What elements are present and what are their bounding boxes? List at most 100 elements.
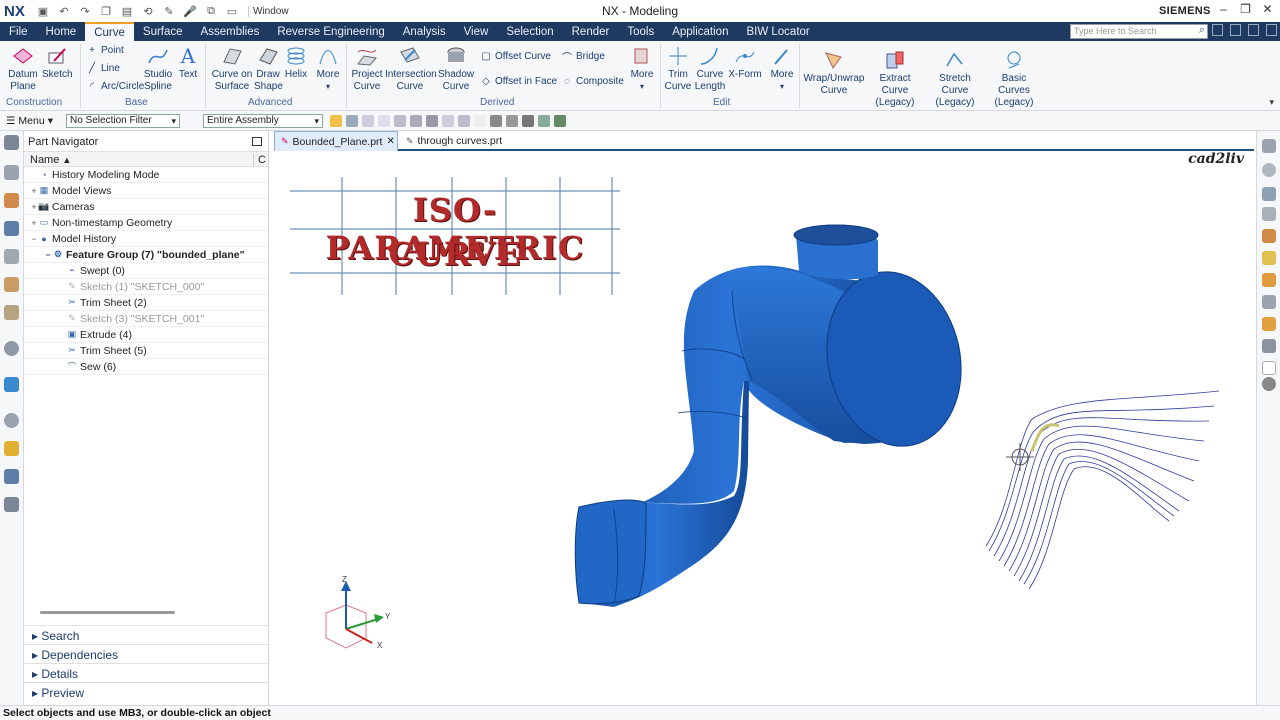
curve-length-button[interactable]: Curve Length: [694, 45, 726, 93]
snap-curve-icon[interactable]: [426, 115, 438, 127]
curve-on-surface-button[interactable]: Curve on Surface: [211, 45, 253, 93]
tree-row[interactable]: ✂ Trim Sheet (2): [24, 295, 268, 311]
clock-icon[interactable]: [4, 413, 19, 428]
studio-spline-button[interactable]: Studio Spline: [142, 45, 174, 93]
snap-point-icon[interactable]: [410, 115, 422, 127]
expand-toggle-icon[interactable]: +: [30, 202, 38, 212]
snap-edge-icon[interactable]: [458, 115, 470, 127]
text-button[interactable]: A Text: [176, 45, 200, 81]
details-section[interactable]: Details: [24, 663, 269, 682]
ribbon-options-icon[interactable]: ▾: [1269, 97, 1274, 108]
filter-icon[interactable]: [538, 115, 550, 127]
measure-icon[interactable]: [1262, 339, 1276, 353]
wireframe-icon[interactable]: [506, 115, 518, 127]
tree-row[interactable]: ⌒ Sew (6): [24, 359, 268, 375]
wrap-unwrap-curve-button[interactable]: Wrap/Unwrap Curve: [803, 49, 865, 97]
sketch-button[interactable]: Sketch: [42, 45, 73, 81]
menu-tab-application[interactable]: Application: [663, 22, 737, 41]
expand-toggle-icon[interactable]: −: [44, 250, 52, 260]
menu-tab-view[interactable]: View: [455, 22, 498, 41]
graphics-window[interactable]: cad2liv ISO-PARAMETRIC CURVE Z Y X: [274, 151, 1254, 705]
settings-gear-icon[interactable]: [4, 135, 19, 150]
menu-tab-render[interactable]: Render: [563, 22, 619, 41]
edit-object-icon[interactable]: [1262, 317, 1276, 331]
line-button[interactable]: ╱ Line: [86, 63, 120, 74]
system-scene-icon[interactable]: [4, 469, 19, 484]
intersection-curve-button[interactable]: Intersection Curve: [385, 45, 437, 93]
more-derived-button[interactable]: More ▾: [629, 45, 655, 93]
search-section[interactable]: Search: [24, 625, 269, 644]
repeat-command-icon[interactable]: ⟲: [141, 4, 155, 18]
switch-window-icon[interactable]: ⧉: [204, 4, 218, 18]
background-icon[interactable]: [1262, 361, 1276, 375]
resource-bar-icon[interactable]: [1230, 24, 1241, 36]
more-advanced-button[interactable]: More ▾: [315, 45, 341, 93]
tree-row[interactable]: ✂ Trim Sheet (5): [24, 343, 268, 359]
touch-mode-icon[interactable]: ✎: [162, 4, 176, 18]
copy-icon[interactable]: ❐: [99, 4, 113, 18]
iso-parametric-curves[interactable]: [985, 390, 1220, 590]
web-browser-icon[interactable]: [4, 305, 19, 320]
menu-tab-assemblies[interactable]: Assemblies: [192, 22, 269, 41]
menu-tab-home[interactable]: Home: [37, 22, 86, 41]
project-curve-button[interactable]: Project Curve: [350, 45, 384, 93]
microphone-icon[interactable]: 🎤: [183, 4, 197, 18]
menu-tab-file[interactable]: File: [0, 22, 37, 41]
swept-solid[interactable]: [574, 224, 977, 607]
render-icon[interactable]: [490, 115, 502, 127]
menu-tab-curve[interactable]: Curve: [85, 22, 134, 41]
tree-row[interactable]: − ● Model History: [24, 231, 268, 247]
tree-row[interactable]: + ▦ Model Views: [24, 183, 268, 199]
search-icon[interactable]: ⌕: [1199, 24, 1205, 37]
stretch-curve-button[interactable]: Stretch Curve (Legacy): [925, 49, 985, 109]
window-icon[interactable]: ▭: [225, 4, 239, 18]
roles-icon[interactable]: [4, 441, 19, 456]
tab-through-curves[interactable]: ✎ through curves.prt: [400, 131, 510, 151]
lighting-icon[interactable]: [1262, 251, 1276, 265]
paste-icon[interactable]: ▤: [120, 4, 134, 18]
view-icon[interactable]: [554, 115, 566, 127]
section-icon[interactable]: [1262, 273, 1276, 287]
selection-scope-select[interactable]: Entire Assembly: [203, 114, 323, 128]
menu-tab-reverse-engineering[interactable]: Reverse Engineering: [268, 22, 393, 41]
menu-tab-biw-locator[interactable]: BIW Locator: [737, 22, 818, 41]
preview-section[interactable]: Preview: [24, 682, 269, 701]
feature-select-icon[interactable]: [346, 115, 358, 127]
menu-tab-selection[interactable]: Selection: [497, 22, 562, 41]
navigator-column-header[interactable]: Name ▲ C: [24, 151, 268, 167]
select-pointer-icon[interactable]: [362, 115, 374, 127]
tree-row[interactable]: − ⚙ Feature Group (7) "bounded_plane": [24, 247, 268, 263]
reuse-library-icon[interactable]: [4, 249, 19, 264]
history-icon[interactable]: [4, 341, 19, 356]
snap-face-icon[interactable]: [442, 115, 454, 127]
grid-icon[interactable]: [1262, 295, 1276, 309]
dependencies-section[interactable]: Dependencies: [24, 644, 269, 663]
layer-icon[interactable]: [1262, 207, 1276, 221]
redo-icon[interactable]: ↷: [78, 4, 92, 18]
datum-plane-button[interactable]: Datum Plane: [5, 45, 41, 93]
part-navigator-icon[interactable]: [4, 221, 19, 236]
minimize-icon[interactable]: –: [1217, 2, 1230, 16]
menu-tab-analysis[interactable]: Analysis: [394, 22, 455, 41]
snap-disabled-icon[interactable]: [474, 115, 486, 127]
tree-row[interactable]: + 📷 Cameras: [24, 199, 268, 215]
process-studio-icon[interactable]: [4, 377, 19, 392]
help-icon[interactable]: [1248, 24, 1259, 36]
shading-icon[interactable]: [1262, 377, 1276, 391]
helix-button[interactable]: Helix: [284, 45, 308, 81]
menu-tab-surface[interactable]: Surface: [134, 22, 192, 41]
menu-tab-tools[interactable]: Tools: [618, 22, 663, 41]
tab-bounded-plane[interactable]: ✎ Bounded_Plane.prt ✕: [274, 131, 398, 151]
horizontal-scrollbar[interactable]: [40, 611, 175, 614]
tree-row[interactable]: ✎ Sketch (1) "SKETCH_000": [24, 279, 268, 295]
bridge-button[interactable]: ⌒ Bridge: [561, 51, 605, 64]
close-tab-icon[interactable]: ✕: [386, 136, 394, 147]
shaded-icon[interactable]: [522, 115, 534, 127]
snap-icon[interactable]: [394, 115, 406, 127]
offset-curve-button[interactable]: ▢ Offset Curve: [480, 51, 551, 62]
maximize-panel-icon[interactable]: [252, 137, 262, 146]
select-icon[interactable]: [330, 115, 342, 127]
hd3d-tools-icon[interactable]: [4, 277, 19, 292]
constraint-navigator-icon[interactable]: [4, 193, 19, 208]
offset-in-face-button[interactable]: ◇ Offset in Face: [480, 76, 557, 87]
